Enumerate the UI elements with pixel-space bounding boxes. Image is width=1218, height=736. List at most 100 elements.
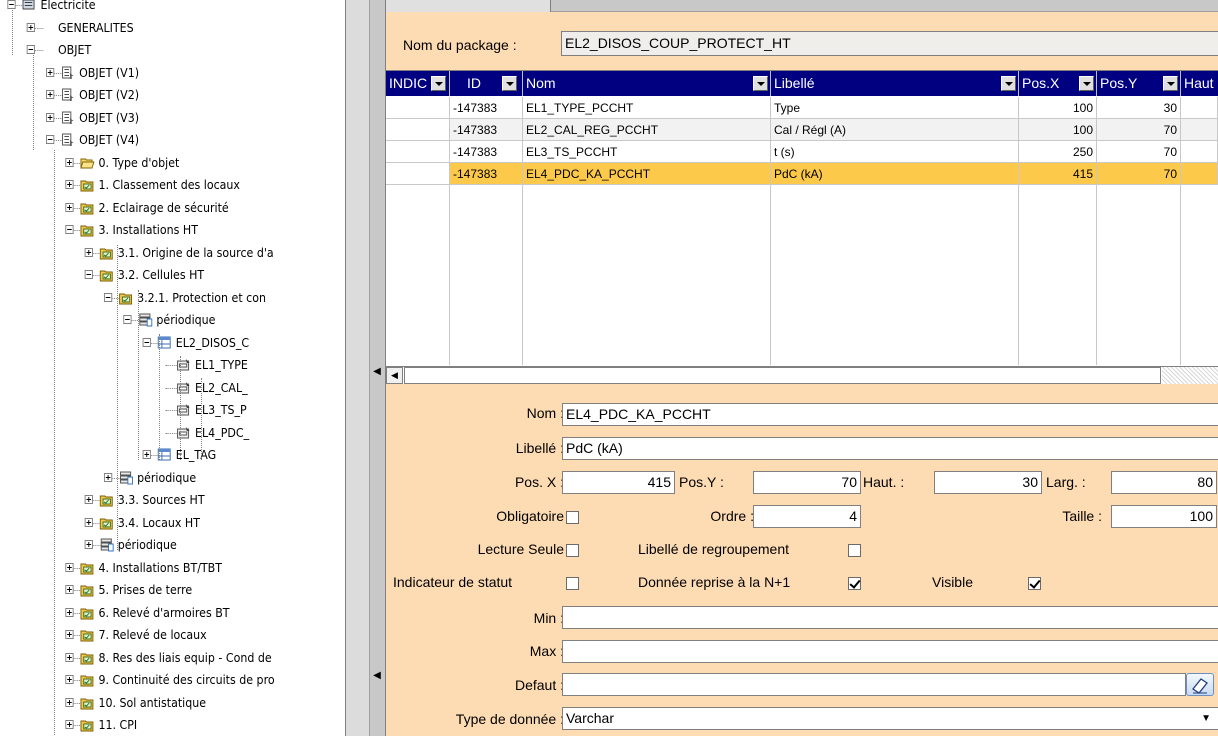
expand-icon[interactable] [65, 630, 74, 639]
expand-icon[interactable] [65, 203, 74, 212]
scroll-thumb[interactable] [404, 367, 1161, 384]
tree-node[interactable]: 3.2. Cellules HT [0, 266, 347, 284]
expand-icon[interactable] [65, 675, 74, 684]
expand-icon[interactable] [26, 23, 35, 32]
expand-icon[interactable] [46, 68, 55, 77]
collapse-icon[interactable] [84, 270, 93, 279]
tree-node[interactable]: OBJET (V4) [0, 131, 347, 149]
obligatoire-checkbox[interactable] [566, 511, 579, 524]
table-cell-posx[interactable]: 250 [1019, 141, 1097, 163]
collapse-icon[interactable] [103, 293, 113, 302]
tree-node[interactable]: 2. Eclairage de sécurité [0, 199, 347, 217]
table-cell-id[interactable]: -147383 [450, 119, 523, 141]
collapse-icon[interactable] [46, 135, 55, 144]
tree-node[interactable]: périodique [0, 536, 347, 554]
tree-node[interactable]: Electricite [0, 0, 347, 14]
expand-icon[interactable] [84, 540, 93, 549]
larg-field[interactable]: 80 [1111, 471, 1217, 494]
tree-node[interactable]: 0. Type d'objet [0, 154, 347, 172]
tree-node[interactable]: 3.4. Locaux HT [0, 514, 347, 532]
expand-icon[interactable] [65, 158, 74, 167]
expand-icon[interactable] [84, 518, 93, 527]
tree-node[interactable]: EL2_CAL_ [0, 379, 347, 397]
tree-node[interactable]: OBJET [0, 41, 347, 59]
tree-node[interactable]: 3. Installations HT [0, 221, 347, 239]
table-cell-nom[interactable]: EL2_CAL_REG_PCCHT [523, 119, 771, 141]
tree-node[interactable]: OBJET (V3) [0, 109, 347, 127]
expand-icon[interactable] [142, 450, 151, 459]
dropdown-icon[interactable] [1163, 76, 1178, 91]
table-cell-libelle[interactable]: Type [771, 97, 1019, 119]
tree-node[interactable]: EL2_DISOS_C [0, 334, 347, 352]
table-cell-id[interactable]: -147383 [450, 141, 523, 163]
tree-node[interactable]: GENERALITES [0, 19, 347, 37]
expand-icon[interactable] [65, 698, 74, 707]
table-cell-haut[interactable] [1181, 141, 1218, 163]
max-field[interactable] [562, 640, 1218, 663]
package-name-field[interactable]: EL2_DISOS_COUP_PROTECT_HT [561, 31, 1218, 56]
col-header-id[interactable]: ID [450, 71, 523, 96]
chevron-down-icon[interactable]: ▼ [1201, 708, 1211, 729]
regroupement-checkbox[interactable] [848, 544, 861, 557]
dropdown-icon[interactable] [753, 76, 768, 91]
table-cell-id[interactable]: -147383 [450, 163, 523, 185]
tree-node[interactable]: 4. Installations BT/TBT [0, 559, 347, 577]
reprise-checkbox[interactable] [848, 577, 861, 590]
table-cell-id[interactable]: -147383 [450, 97, 523, 119]
table-cell-posx[interactable]: 100 [1019, 97, 1097, 119]
table-row[interactable]: -147383 EL2_CAL_REG_PCCHT Cal / Régl (A) 10… [386, 119, 1218, 141]
tree-node[interactable]: 3.2.1. Protection et con [0, 289, 347, 307]
tree-node[interactable]: 3.1. Origine de la source d'a [0, 244, 347, 262]
table-cell-posx[interactable]: 100 [1019, 119, 1097, 141]
table-cell-posy[interactable]: 70 [1097, 119, 1181, 141]
expand-icon[interactable] [84, 248, 93, 257]
table-cell-indic[interactable] [386, 163, 450, 185]
min-field[interactable] [562, 606, 1218, 629]
table-cell-indic[interactable] [386, 141, 450, 163]
tree-node[interactable]: 11. CPI [0, 716, 347, 734]
collapse-left-icon[interactable]: ◀ [372, 366, 382, 378]
table-cell-posx[interactable]: 415 [1019, 163, 1097, 185]
scroll-left-icon[interactable]: ◀ [386, 367, 403, 384]
expand-icon[interactable] [65, 563, 74, 572]
scroll-track[interactable] [1162, 367, 1218, 384]
tree-node[interactable]: périodique [0, 469, 347, 487]
collapse-icon[interactable] [26, 45, 35, 54]
eraser-button[interactable] [1186, 673, 1214, 696]
tab-piece[interactable] [386, 0, 551, 12]
statut-checkbox[interactable] [566, 577, 579, 590]
tree-node[interactable]: 9. Continuité des circuits de pro [0, 671, 347, 689]
haut-field[interactable]: 30 [934, 471, 1042, 494]
table-cell-libelle[interactable]: Cal / Régl (A) [771, 119, 1019, 141]
tree-node[interactable]: périodique [0, 311, 347, 329]
taille-field[interactable]: 100 [1111, 505, 1217, 528]
expand-icon[interactable] [65, 608, 74, 617]
tree-node[interactable]: 10. Sol antistatique [0, 694, 347, 712]
col-header-haut[interactable]: Haut [1181, 71, 1218, 96]
col-header-posx[interactable]: Pos.X [1019, 71, 1097, 96]
table-cell-haut[interactable] [1181, 163, 1218, 185]
dropdown-icon[interactable] [1001, 76, 1016, 91]
table-cell-posy[interactable]: 70 [1097, 163, 1181, 185]
tree-node[interactable]: 8. Res des liais equip - Cond de [0, 649, 347, 667]
table-cell-libelle[interactable]: PdC (kA) [771, 163, 1019, 185]
dropdown-icon[interactable] [502, 76, 517, 91]
tree-node[interactable]: OBJET (V2) [0, 86, 347, 104]
expand-icon[interactable] [84, 495, 93, 504]
tree-node[interactable]: OBJET (V1) [0, 64, 347, 82]
expand-icon[interactable] [46, 90, 55, 99]
defaut-field[interactable] [562, 673, 1186, 696]
table-row[interactable]: -147383 EL1_TYPE_PCCHT Type 100 30 [386, 97, 1218, 119]
table-row[interactable]: -147383 EL4_PDC_KA_PCCHT PdC (kA) 415 70 [386, 163, 1218, 185]
col-header-posy[interactable]: Pos.Y [1097, 71, 1181, 96]
collapse-left-icon-2[interactable]: ◀ [372, 670, 382, 682]
collapse-icon[interactable] [142, 338, 151, 347]
splitter-bar[interactable] [345, 0, 370, 736]
grid-horizontal-scrollbar[interactable]: ◀ [386, 366, 1218, 384]
expand-icon[interactable] [65, 653, 74, 662]
table-cell-indic[interactable] [386, 97, 450, 119]
table-cell-posy[interactable]: 30 [1097, 97, 1181, 119]
expand-icon[interactable] [65, 720, 74, 729]
col-header-libelle[interactable]: Libellé [771, 71, 1019, 96]
tree-node[interactable]: EL4_PDC_ [0, 424, 347, 442]
